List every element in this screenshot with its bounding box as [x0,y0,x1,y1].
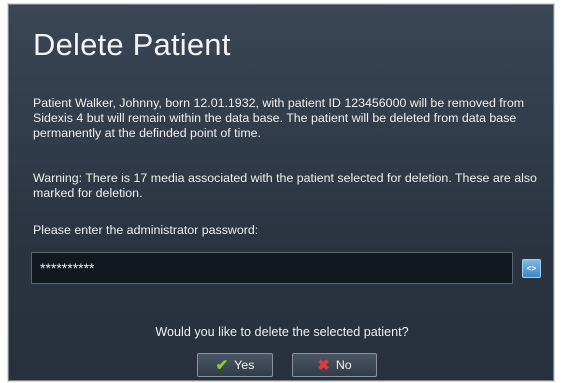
no-button-label: No [335,358,352,372]
dialog-warning: Warning: There is 17 media associated wi… [33,171,537,200]
password-field[interactable] [31,252,513,284]
dialog-title: Delete Patient [33,27,231,62]
confirm-question: Would you like to delete the selected pa… [155,325,409,339]
eye-icon: <> [526,263,537,273]
yes-button[interactable]: ✔ Yes [197,353,273,377]
checkmark-icon: ✔ [215,356,229,374]
reveal-password-button[interactable]: <> [522,259,541,278]
delete-patient-dialog: Delete Patient Patient Walker, Johnny, b… [8,4,554,381]
password-label: Please enter the administrator password: [33,223,259,237]
cross-icon: ✖ [317,356,330,374]
dialog-message: Patient Walker, Johnny, born 12.01.1932,… [33,96,525,140]
no-button[interactable]: ✖ No [292,353,377,377]
yes-button-label: Yes [234,358,255,372]
